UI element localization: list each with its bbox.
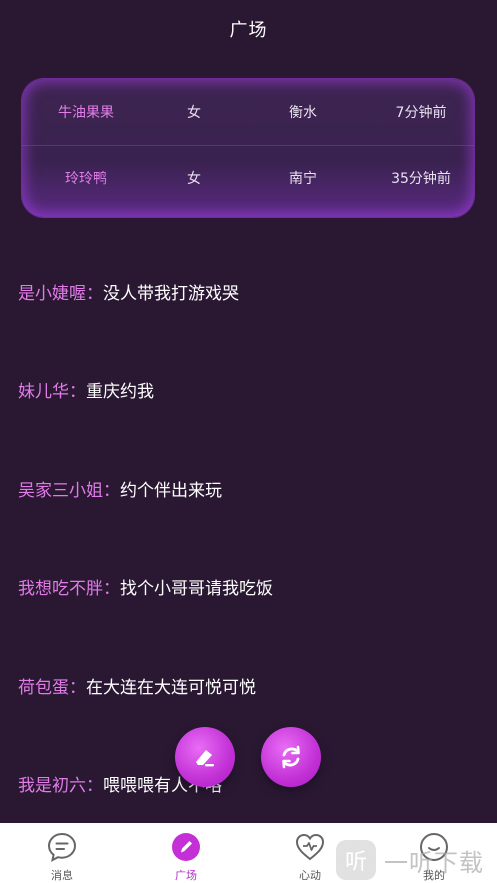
tab-label: 广场 xyxy=(175,869,197,882)
post-separator: ： xyxy=(69,678,86,698)
heart-icon xyxy=(295,833,325,861)
post-item[interactable]: 吴家三小姐：约个伴出来玩 xyxy=(18,476,222,501)
post-separator: ： xyxy=(69,382,86,402)
post-text: 找个小哥哥请我吃饭 xyxy=(120,579,273,599)
online-user-row[interactable]: 玲玲鸭 女 南宁 35分钟前 xyxy=(22,145,474,211)
post-text: 重庆约我 xyxy=(86,382,154,402)
post-item[interactable]: 荷包蛋：在大连在大连可悦可悦 xyxy=(18,673,256,698)
message-icon xyxy=(47,832,77,862)
online-user-row[interactable]: 牛油果果 女 衡水 7分钟前 xyxy=(22,79,474,146)
user-city: 南宁 xyxy=(289,171,317,187)
watermark-text: 一听下载 xyxy=(384,848,484,877)
post-separator: ： xyxy=(103,579,120,599)
eraser-pen-icon xyxy=(196,750,214,767)
user-time: 35分钟前 xyxy=(391,171,451,187)
post-nickname[interactable]: 吴家三小姐 xyxy=(18,481,103,501)
post-text: 在大连在大连可悦可悦 xyxy=(86,678,256,698)
post-nickname[interactable]: 是小婕喔 xyxy=(18,284,86,304)
square-pen-icon xyxy=(172,833,200,861)
post-nickname[interactable]: 荷包蛋 xyxy=(18,678,69,698)
post-text: 没人带我打游戏哭 xyxy=(103,284,239,304)
user-name: 牛油果果 xyxy=(58,105,114,121)
watermark-logo: 听 xyxy=(336,840,376,880)
online-users-card: 牛油果果 女 衡水 7分钟前 玲玲鸭 女 南宁 35分钟前 xyxy=(22,79,474,217)
post-item[interactable]: 妹儿华：重庆约我 xyxy=(18,377,154,402)
post-separator: ： xyxy=(86,776,103,796)
post-text: 约个伴出来玩 xyxy=(120,481,222,501)
tab-label: 消息 xyxy=(51,869,73,882)
tab-messages[interactable]: 消息 xyxy=(12,823,112,883)
post-nickname[interactable]: 我想吃不胖 xyxy=(18,579,103,599)
post-separator: ： xyxy=(103,481,120,501)
compose-post-button[interactable] xyxy=(175,727,235,787)
post-item[interactable]: 是小婕喔：没人带我打游戏哭 xyxy=(18,279,239,304)
user-gender: 女 xyxy=(187,171,201,187)
post-nickname[interactable]: 我是初六 xyxy=(18,776,86,796)
post-item[interactable]: 我想吃不胖：找个小哥哥请我吃饭 xyxy=(18,574,273,599)
page-title: 广场 xyxy=(229,20,268,41)
refresh-icon xyxy=(282,745,300,769)
post-nickname[interactable]: 妹儿华 xyxy=(18,382,69,402)
refresh-button[interactable] xyxy=(261,727,321,787)
user-time: 7分钟前 xyxy=(395,105,447,121)
user-city: 衡水 xyxy=(289,105,317,121)
watermark: 听 一听下载 xyxy=(336,838,496,882)
post-separator: ： xyxy=(86,284,103,304)
tab-square[interactable]: 广场 xyxy=(136,823,236,883)
user-name: 玲玲鸭 xyxy=(65,171,107,187)
user-gender: 女 xyxy=(187,105,201,121)
